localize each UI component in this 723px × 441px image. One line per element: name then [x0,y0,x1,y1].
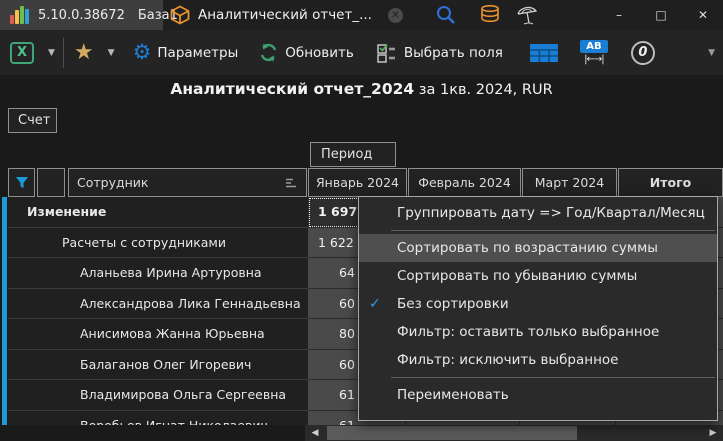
star-icon: ★ [74,42,94,64]
filter-icon [15,176,29,190]
column-header-february[interactable]: Февраль 2024 [408,168,521,197]
account-button[interactable]: Счет [8,108,57,133]
menu-item-group-date[interactable]: Группировать дату => Год/Квартал/Месяц [359,199,717,227]
scroll-right-icon[interactable]: ▶ [705,425,721,441]
search-icon[interactable] [433,3,459,27]
table-grid-icon [529,42,559,64]
toolbar-separator [63,38,64,68]
grid-header: Сотрудник Январь 2024 Февраль 2024 Март … [0,168,723,197]
selection-strip [2,197,7,425]
database-icon[interactable] [477,3,503,27]
title-bar: 5.10.0.38672 База1 Аналитический отчет_.… [0,0,723,30]
column-header-march[interactable]: Март 2024 [522,168,617,197]
auto-width-button[interactable]: AB |←→| [579,40,609,65]
umbrella-icon[interactable] [514,3,540,27]
column-header-total[interactable]: Итого [618,168,723,197]
hide-zeros-button[interactable]: 0 [631,41,655,65]
tab-close-icon[interactable]: ✕ [388,8,403,23]
row-dimension-header[interactable]: Сотрудник [68,168,307,197]
check-icon: ✓ [369,296,381,312]
menu-item-sort-descending[interactable]: Сортировать по убыванию суммы [359,262,717,290]
filter-button[interactable] [8,168,35,197]
excel-icon: X [10,42,34,64]
sort-icon [285,177,298,189]
toolbar-overflow-icon[interactable]: ▼ [708,48,715,58]
select-fields-button[interactable]: Выбрать поля [376,42,503,64]
close-button[interactable]: ✕ [683,0,723,30]
scroll-left-icon[interactable]: ◀ [307,425,323,441]
tab-title: Аналитический отчет_... [198,7,372,23]
app-info-section: 5.10.0.38672 База1 [0,0,163,30]
menu-item-rename[interactable]: Переименовать [359,381,717,409]
table-view-button[interactable] [529,42,559,64]
report-tab[interactable]: Аналитический отчет_... ✕ [170,0,403,30]
menu-item-no-sorting[interactable]: ✓ Без сортировки [359,290,717,318]
column-width-icon: AB |←→| [579,40,609,65]
gear-icon: ⚙ [133,42,152,63]
menu-item-filter-exclude-selected[interactable]: Фильтр: исключить выбранное [359,346,717,374]
maximize-button[interactable]: □ [641,0,681,30]
menu-separator [391,377,715,378]
blank-header-button[interactable] [37,168,65,197]
zero-icon: 0 [631,41,655,65]
report-title-period: за 1кв. 2024, RUR [414,82,552,98]
horizontal-scrollbar[interactable]: ◀ ▶ [305,425,723,441]
app-version: 5.10.0.38672 [38,8,125,23]
select-fields-icon [376,42,398,64]
menu-item-filter-keep-selected[interactable]: Фильтр: оставить только выбранное [359,318,717,346]
favorites-dropdown-icon[interactable]: ▼ [108,48,115,58]
parameters-button[interactable]: ⚙ Параметры [133,42,239,63]
export-excel-button[interactable]: X [10,42,34,64]
favorites-button[interactable]: ★ [74,42,94,64]
toolbar: X ▼ ★ ▼ ⚙ Параметры Обновить Выбрать пол… [0,30,723,75]
app-logo-icon [10,6,29,24]
app-window: 5.10.0.38672 База1 Аналитический отчет_.… [0,0,723,441]
refresh-button[interactable]: Обновить [258,42,354,63]
menu-item-sort-ascending[interactable]: Сортировать по возрастанию суммы [359,234,717,262]
column-header-january[interactable]: Январь 2024 [308,168,407,197]
report-title-main: Аналитический отчет_2024 [170,80,414,98]
scrollbar-thumb[interactable] [327,426,577,440]
period-field[interactable]: Период [310,142,396,167]
cube-icon [170,5,190,25]
refresh-icon [258,42,279,63]
excel-dropdown-icon[interactable]: ▼ [48,48,55,58]
report-title: Аналитический отчет_2024 за 1кв. 2024, R… [0,80,723,98]
context-menu: Группировать дату => Год/Квартал/Месяц С… [358,196,718,421]
menu-separator [391,230,715,231]
minimize-button[interactable]: – [599,0,639,30]
